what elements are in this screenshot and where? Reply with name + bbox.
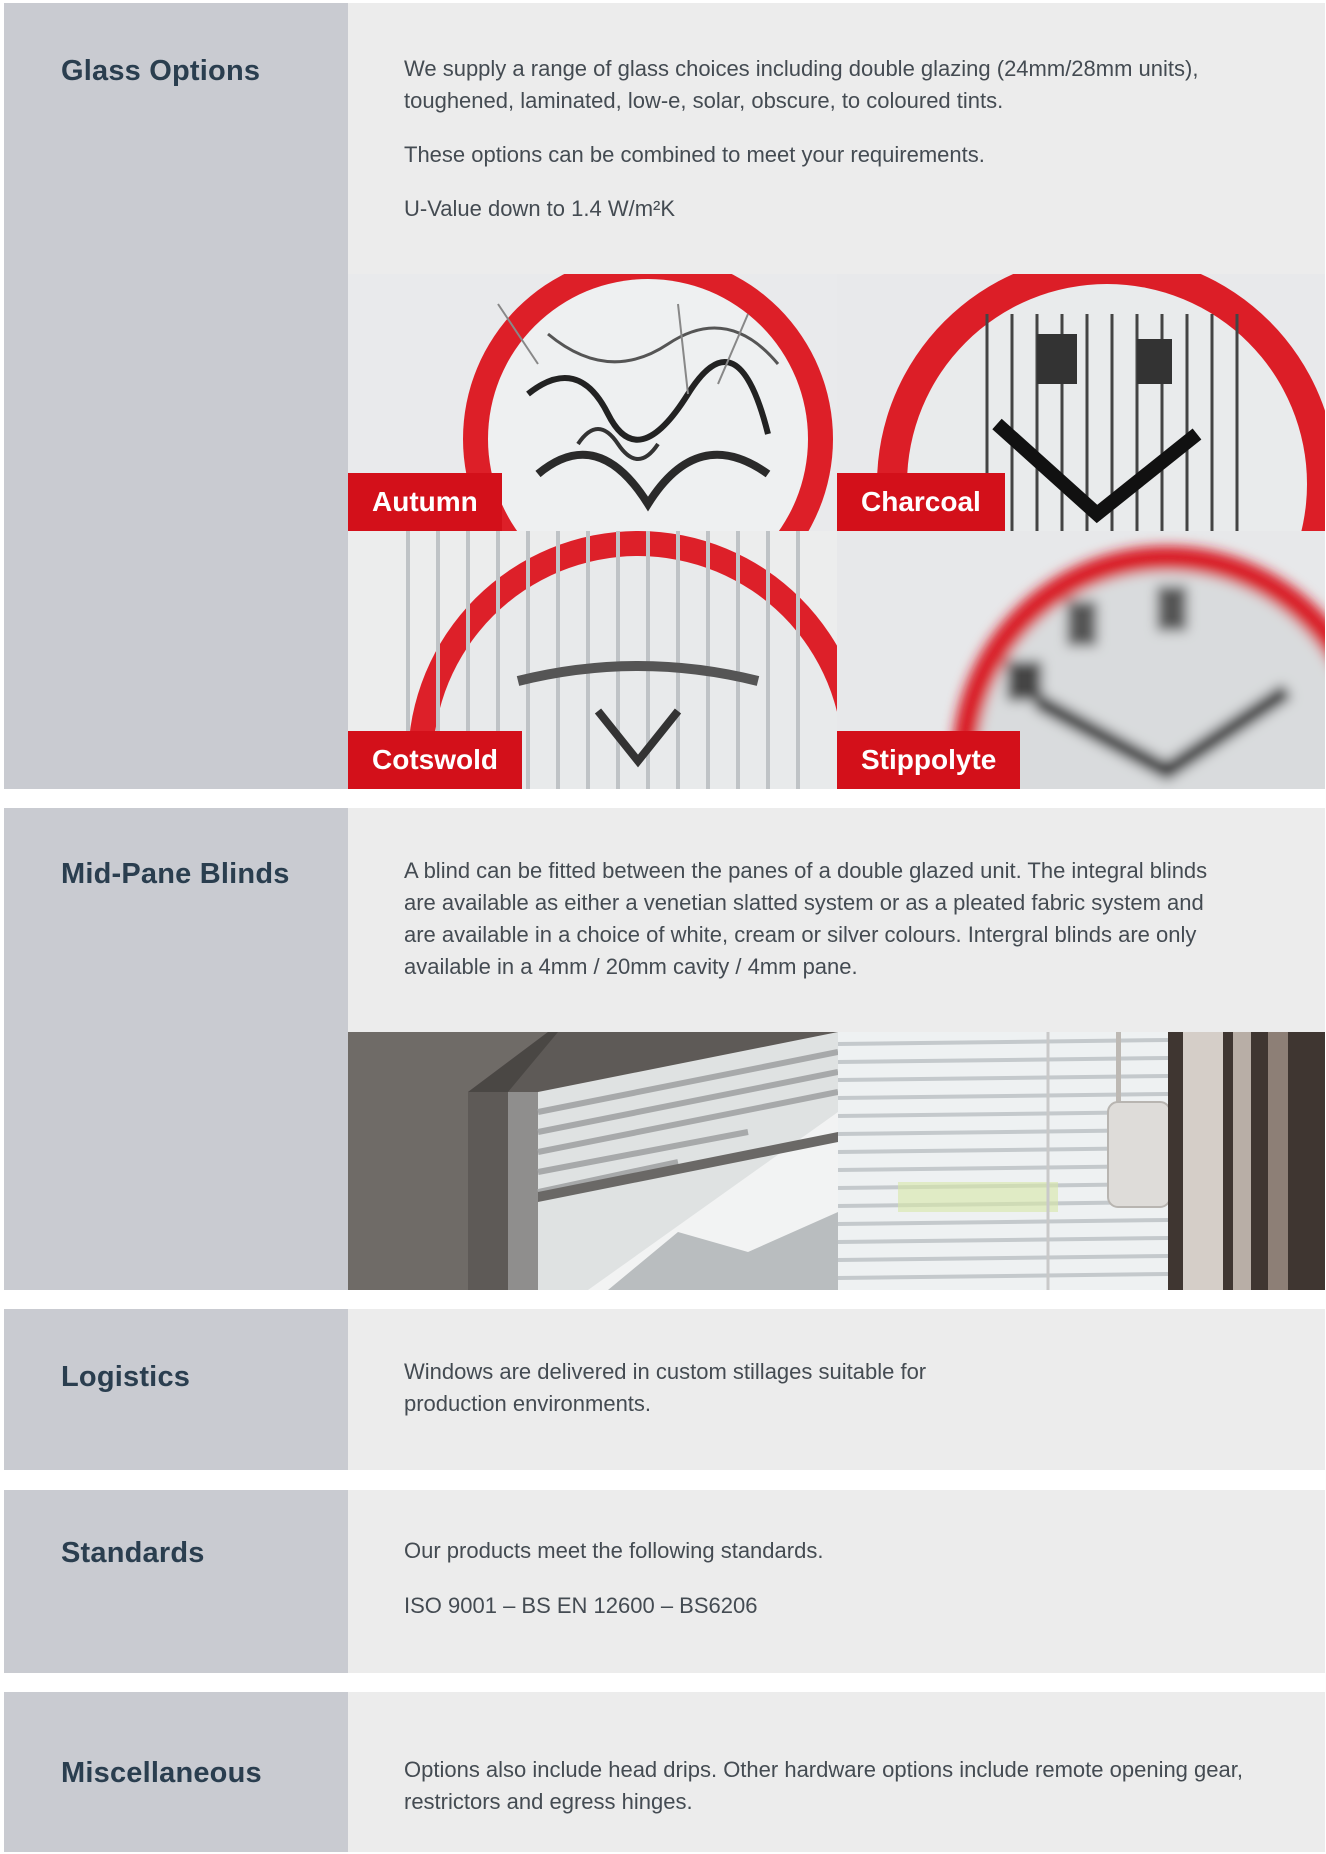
blinds-image-strip [348, 1032, 1325, 1290]
mid-pane-blinds-text: A blind can be fitted between the panes … [404, 858, 1208, 979]
autumn-label: Autumn [348, 473, 502, 531]
miscellaneous-section: Miscellaneous Options also include head … [4, 1692, 1325, 1852]
miscellaneous-text: Options also include head drips. Other h… [404, 1757, 1243, 1814]
blinds-photo-venetian [838, 1032, 1325, 1290]
logistics-heading: Logistics [61, 1361, 191, 1393]
standards-heading: Standards [61, 1537, 205, 1569]
standards-list: ISO 9001 – BS EN 12600 – BS6206 [404, 1593, 758, 1618]
logistics-text: Windows are delivered in custom stillage… [404, 1359, 927, 1416]
glass-sample-cotswold: Cotswold [348, 531, 837, 789]
window-frame-blind-image [348, 1032, 838, 1290]
glass-options-sidebar: Glass Options [4, 3, 348, 789]
logistics-sidebar: Logistics [4, 1309, 348, 1470]
glass-sample-autumn: Autumn [348, 274, 837, 531]
glass-options-section: Glass Options We supply a range of glass… [4, 3, 1325, 789]
mid-pane-blinds-sidebar: Mid-Pane Blinds [4, 808, 348, 1290]
cotswold-label: Cotswold [348, 731, 522, 789]
miscellaneous-heading: Miscellaneous [61, 1757, 262, 1789]
glass-options-intro: We supply a range of glass choices inclu… [404, 56, 1199, 113]
standards-sidebar: Standards [4, 1490, 348, 1673]
charcoal-label: Charcoal [837, 473, 1005, 531]
blinds-photo-window-frame [348, 1032, 838, 1290]
mid-pane-blinds-section: Mid-Pane Blinds A blind can be fitted be… [4, 808, 1325, 1290]
glass-sample-stippolyte: Stippolyte [837, 531, 1325, 789]
mid-pane-blinds-heading: Mid-Pane Blinds [61, 858, 290, 890]
miscellaneous-content: Options also include head drips. Other h… [348, 1692, 1325, 1852]
standards-section: Standards Our products meet the followin… [4, 1490, 1325, 1673]
glass-sample-grid: Autumn Charcoal Cotswold Stippolyte [348, 274, 1325, 789]
glass-sample-charcoal: Charcoal [837, 274, 1325, 531]
stippolyte-label: Stippolyte [837, 731, 1021, 789]
glass-options-u-value: U-Value down to 1.4 W/m²K [404, 196, 676, 221]
logistics-section: Logistics Windows are delivered in custo… [4, 1309, 1325, 1470]
glass-options-heading: Glass Options [61, 55, 261, 87]
standards-intro: Our products meet the following standard… [404, 1538, 824, 1563]
logistics-content: Windows are delivered in custom stillage… [348, 1309, 1325, 1470]
venetian-blind-image [838, 1032, 1325, 1290]
glass-options-combine: These options can be combined to meet yo… [404, 142, 985, 167]
standards-content: Our products meet the following standard… [348, 1490, 1325, 1673]
miscellaneous-sidebar: Miscellaneous [4, 1692, 348, 1852]
